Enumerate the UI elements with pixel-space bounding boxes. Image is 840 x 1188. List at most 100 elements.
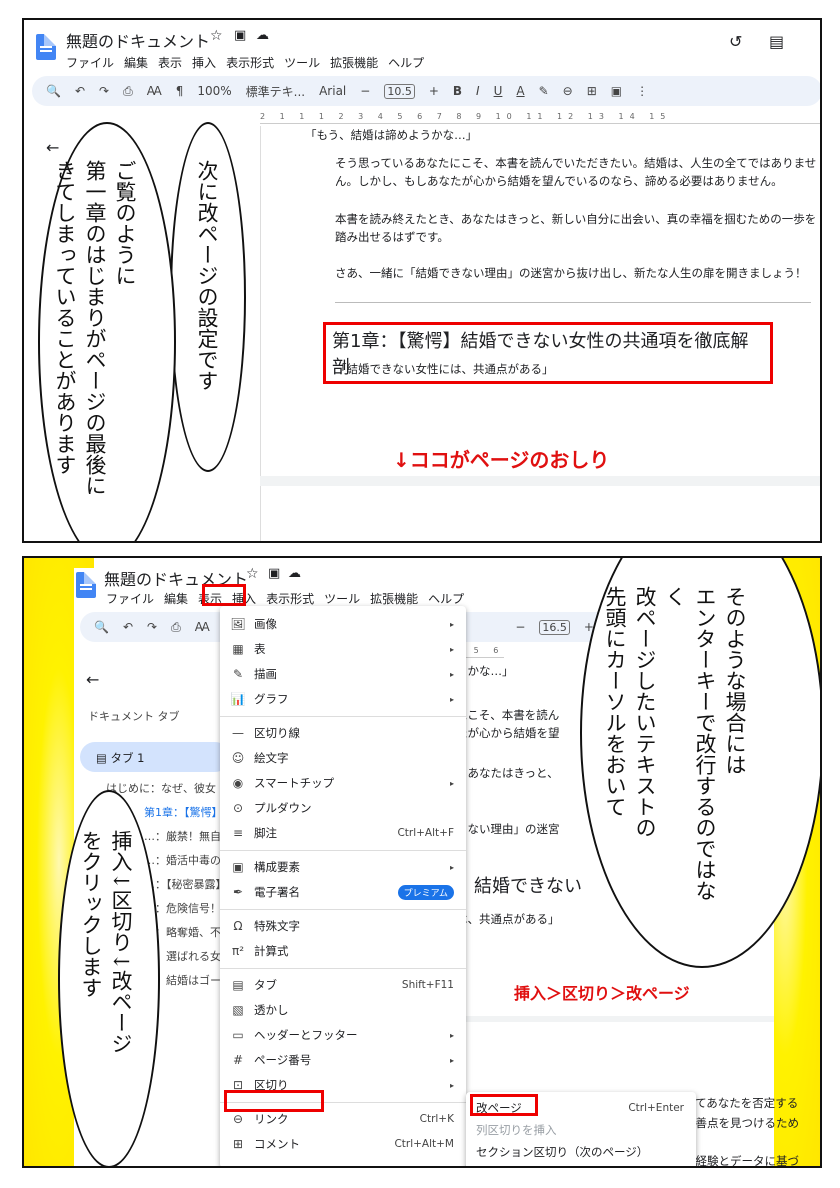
font-size-increase[interactable]: + (429, 84, 439, 98)
menu-item-label: 脚注 (254, 826, 277, 840)
history-icon[interactable]: ↺ (729, 32, 742, 51)
link-icon[interactable]: ⊖ (563, 84, 573, 98)
insert-menu-item[interactable]: ✎ 描画 ▸ (220, 662, 466, 686)
insert-menu-item[interactable]: ▧ 透かし (220, 998, 466, 1022)
outline-item[interactable]: …：危険信号！結 (144, 900, 232, 916)
insert-menu-item[interactable]: ⊞ コメント Ctrl+Alt+M (220, 1132, 466, 1156)
star-icon[interactable]: ☆ (246, 566, 259, 582)
insert-menu-highlight (202, 584, 246, 606)
tab-label: タブ 1 (110, 751, 145, 765)
menu-1[interactable]: 編集 (124, 56, 148, 70)
cloud-icon[interactable]: ☁ (256, 28, 269, 43)
star-icon[interactable]: ☆ (210, 28, 223, 44)
bubble-line: 改ページしたいテキストの (633, 586, 657, 838)
chapter-heading-fragment: 】結婚できない (456, 876, 582, 897)
insert-menu-item[interactable]: ☺ 絵文字 (220, 746, 466, 770)
ruler: 2 1 1 1 2 3 4 5 6 7 8 9 10 11 12 13 14 1… (260, 112, 820, 124)
cloud-icon[interactable]: ☁ (288, 566, 301, 581)
bold-button[interactable]: B (453, 84, 462, 98)
tab-1[interactable]: ▤ タブ 1 (80, 742, 230, 772)
menu-item-label: 区切り線 (254, 726, 300, 740)
next-page[interactable] (260, 486, 820, 541)
italic-button[interactable]: I (476, 84, 480, 98)
menu-item-icon: 🖼 (230, 617, 246, 631)
insert-menu-item[interactable]: ▣ 構成要素 ▸ (220, 855, 466, 879)
back-arrow-icon[interactable]: ← (46, 138, 59, 157)
break-submenu-item[interactable]: セクション区切り（現在のページ） (466, 1162, 696, 1166)
search-menus-icon[interactable]: 🔍 (94, 620, 109, 634)
insert-menu-item[interactable]: ◉ スマートチップ ▸ (220, 771, 466, 795)
menu-3[interactable]: 挿入 (192, 56, 216, 70)
outline-item[interactable]: はじめに：なぜ、彼女 (106, 780, 216, 796)
font-size-decrease[interactable]: − (360, 84, 370, 98)
redo-icon[interactable]: ↷ (99, 84, 109, 98)
bottom-panel: 無題のドキュメント ☆ ▣ ☁ ファイル 編集 表示 挿入 表示形式 ツール 拡張機能 ヘルプ… (22, 556, 822, 1168)
comment-icon[interactable]: ⊞ (587, 84, 597, 98)
outline-item[interactable]: …：【秘密暴露】 (144, 876, 227, 892)
doc-line-quote: 「もう、結婚は諦めようかな…」 (305, 128, 478, 142)
menu-item-icon: Ω (233, 919, 243, 933)
menu-4[interactable]: 表示形式 (226, 56, 274, 70)
menu-item-icon: ▭ (232, 1028, 244, 1042)
insert-menu-item[interactable]: ▤ タブ Shift+F11 (220, 973, 466, 997)
zoom-select[interactable]: 100% (197, 84, 231, 98)
font-select[interactable]: Arial (319, 84, 346, 98)
insert-menu-item[interactable]: ▦ 表 ▸ (220, 637, 466, 661)
font-size-input[interactable]: 16.5 (539, 619, 570, 635)
font-size-decrease[interactable]: − (515, 620, 525, 634)
insert-menu-item[interactable]: 🖼 画像 ▸ (220, 612, 466, 636)
redo-icon[interactable]: ↷ (147, 620, 157, 634)
insert-menu-item[interactable]: ✒ 電子署名 プレミアム (220, 880, 466, 904)
highlight-icon[interactable]: ✎ (539, 84, 549, 98)
bubble-text-3: 挿入↓区切り↓改ページ をクリックします (76, 830, 136, 1150)
insert-menu-item[interactable]: π² 計算式 (220, 939, 466, 963)
print-icon[interactable]: ⎙ (123, 84, 133, 99)
insert-menu: 🖼 画像 ▸ ▦ 表 ▸ ✎ 描画 ▸ 📊 グラフ ▸ — 区切り線 ☺ 絵文字 ◉ スマートチップ ▸ ⊙ プルダウン… (220, 606, 466, 1166)
font-size-input[interactable]: 10.5 (384, 83, 415, 99)
break-submenu-item[interactable]: セクション区切り（次のページ） (466, 1140, 696, 1164)
insert-menu-item[interactable]: ▭ ヘッダーとフッター ▸ (220, 1023, 466, 1047)
outline-item[interactable]: …：婚活中毒の罠 (144, 852, 232, 868)
menu-item-icon: ⊙ (232, 801, 244, 815)
text-color-button[interactable]: A (516, 84, 524, 98)
undo-icon[interactable]: ↶ (75, 84, 85, 98)
underline-button[interactable]: U (494, 84, 503, 98)
insert-menu-item[interactable]: # ページ番号 ▸ (220, 1048, 466, 1072)
image-icon[interactable]: ▣ (611, 84, 622, 98)
menu-7[interactable]: ヘルプ (428, 592, 464, 606)
undo-icon[interactable]: ↶ (123, 620, 133, 634)
menu-2[interactable]: 表示 (158, 56, 182, 70)
menu-7[interactable]: ヘルプ (388, 56, 424, 70)
menu-6[interactable]: 拡張機能 (330, 56, 378, 70)
back-arrow-icon[interactable]: ← (86, 670, 99, 689)
insert-menu-item[interactable]: 📊 グラフ ▸ (220, 687, 466, 711)
menu-0[interactable]: ファイル (66, 56, 114, 70)
document-page[interactable]: 「もう、結婚は諦めようかな…」 そう思っているあなたにこそ、本書を読んでいただき… (260, 126, 820, 476)
menu-4[interactable]: 表示形式 (266, 592, 314, 606)
menu-separator (220, 909, 466, 910)
menu-item-icon: ☺ (231, 751, 245, 765)
insert-menu-item[interactable]: ≡ 脚注 Ctrl+Alt+F (220, 821, 466, 845)
menu-5[interactable]: ツール (324, 592, 360, 606)
spellcheck-icon[interactable]: Ꜳ (195, 620, 210, 634)
folder-icon[interactable]: ▣ (234, 28, 246, 43)
comments-icon[interactable]: ▤ (769, 32, 784, 51)
spellcheck-icon[interactable]: Ꜳ (147, 84, 162, 98)
print-icon[interactable]: ⎙ (171, 620, 181, 635)
menu-1[interactable]: 編集 (164, 592, 188, 606)
insert-menu-item[interactable]: Ω 特殊文字 (220, 914, 466, 938)
document-title[interactable]: 無題のドキュメント (66, 28, 210, 52)
doc-fragment: たが心から結婚を望 (456, 726, 560, 740)
search-menus-icon[interactable]: 🔍 (46, 84, 61, 98)
folder-icon[interactable]: ▣ (268, 566, 280, 581)
outline-item[interactable]: …：厳禁！無自覚 (144, 828, 232, 844)
insert-menu-item[interactable]: ⊙ プルダウン (220, 796, 466, 820)
menu-0[interactable]: ファイル (106, 592, 154, 606)
menu-5[interactable]: ツール (284, 56, 320, 70)
style-select[interactable]: 標準テキ... (246, 83, 305, 100)
paint-format-icon[interactable]: ¶ (176, 84, 184, 98)
page-gap (260, 476, 820, 486)
menu-6[interactable]: 拡張機能 (370, 592, 418, 606)
more-icon[interactable]: ⋮ (636, 84, 648, 98)
insert-menu-item[interactable]: — 区切り線 (220, 721, 466, 745)
